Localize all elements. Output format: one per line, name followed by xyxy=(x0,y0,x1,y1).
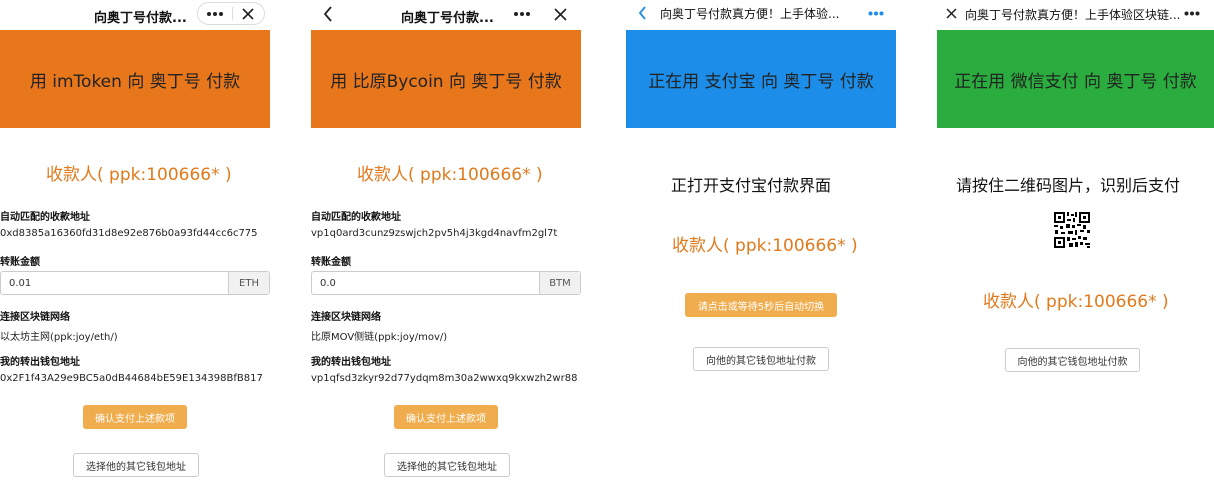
wallet-address-label: 我的转出钱包地址 xyxy=(0,357,80,368)
back-icon[interactable] xyxy=(321,6,335,22)
amount-label: 转账金额 xyxy=(0,257,40,268)
network-label: 连接区块链网络 xyxy=(311,312,381,323)
receive-address-label: 自动匹配的收款地址 xyxy=(311,212,401,223)
amount-field: ETH xyxy=(0,271,270,295)
page-title: 向奥丁号付款... xyxy=(94,11,187,26)
title-bar: 向奥丁号付款... xyxy=(311,0,593,30)
amount-input[interactable] xyxy=(1,272,228,294)
page-title: 向奥丁号付款真方便！上手体验... xyxy=(660,7,840,21)
qr-instruction: 请按住二维码图片，识别后支付 xyxy=(956,176,1181,195)
select-other-wallet-button[interactable]: 选择他的其它钱包地址 xyxy=(73,453,199,477)
banner-text: 用 imToken 向 奥丁号 付款 xyxy=(29,71,241,92)
close-icon[interactable] xyxy=(944,6,958,20)
pay-other-wallet-button[interactable]: 向他的其它钱包地址付款 xyxy=(1005,348,1140,372)
wallet-address-value: vp1qfsd3zkyr92d77ydqm8m30a2wwxq9kxwzh2wr… xyxy=(311,373,578,384)
panel-imtoken: 向奥丁号付款... 用 imToken 向 奥丁号 付款 收款人( ppk:10… xyxy=(0,0,282,488)
title-bar: 向奥丁号付款真方便！上手体验区块链... xyxy=(937,0,1214,30)
qr-code-icon[interactable] xyxy=(1053,211,1091,249)
payment-banner: 用 imToken 向 奥丁号 付款 xyxy=(0,30,270,128)
close-icon[interactable] xyxy=(552,6,568,22)
title-bar: 向奥丁号付款... xyxy=(0,0,282,30)
opening-text: 正打开支付宝付款界面 xyxy=(671,176,832,195)
receive-address-value: 0xd8385a16360fd31d8e92e876b0a93fd44cc6c7… xyxy=(0,228,258,239)
page-title: 向奥丁号付款真方便！上手体验区块链... xyxy=(965,8,1181,22)
receive-address-label: 自动匹配的收款地址 xyxy=(0,212,90,223)
payee-label: 收款人( ppk:100666* ) xyxy=(357,165,543,185)
banner-text: 正在用 微信支付 向 奥丁号 付款 xyxy=(954,71,1197,92)
more-icon[interactable] xyxy=(866,6,886,20)
payment-banner: 正在用 支付宝 向 奥丁号 付款 xyxy=(626,30,896,128)
select-other-wallet-button[interactable]: 选择他的其它钱包地址 xyxy=(384,453,510,477)
title-bar: 向奥丁号付款真方便！上手体验... xyxy=(626,0,896,30)
payment-banner: 正在用 微信支付 向 奥丁号 付款 xyxy=(937,30,1214,128)
banner-text: 用 比原Bycoin 向 奥丁号 付款 xyxy=(330,71,562,92)
panel-alipay: 向奥丁号付款真方便！上手体验... 正在用 支付宝 向 奥丁号 付款 正打开支付… xyxy=(626,0,896,488)
confirm-payment-button[interactable]: 确认支付上述款项 xyxy=(394,405,498,429)
banner-text: 正在用 支付宝 向 奥丁号 付款 xyxy=(648,71,874,92)
amount-unit: ETH xyxy=(228,272,269,294)
capsule-divider xyxy=(232,7,233,20)
more-icon[interactable] xyxy=(511,6,533,22)
auto-switch-button[interactable]: 请点击或等待5秒后自动切换 xyxy=(685,293,837,317)
page-title: 向奥丁号付款... xyxy=(401,11,494,26)
network-value: 以太坊主网(ppk:joy/eth/) xyxy=(0,332,118,343)
payee-label: 收款人( ppk:100666* ) xyxy=(983,292,1169,312)
network-value: 比原MOV侧链(ppk:joy/mov/) xyxy=(311,332,448,343)
more-icon[interactable] xyxy=(1182,6,1202,20)
network-label: 连接区块链网络 xyxy=(0,312,70,323)
confirm-payment-button[interactable]: 确认支付上述款项 xyxy=(83,405,187,429)
amount-label: 转账金额 xyxy=(311,257,351,268)
payee-label: 收款人( ppk:100666* ) xyxy=(46,165,232,185)
amount-field: BTM xyxy=(311,271,581,295)
more-icon[interactable] xyxy=(204,6,226,21)
payment-banner: 用 比原Bycoin 向 奥丁号 付款 xyxy=(311,30,581,128)
capsule-button[interactable] xyxy=(197,2,265,25)
receive-address-value: vp1q0ard3cunz9zswjch2pv5h4j3kgd4navfm2gl… xyxy=(311,228,558,239)
wallet-address-value: 0x2F1f43A29e9BC5a0dB44684bE59E134398BfB8… xyxy=(0,373,263,384)
amount-input[interactable] xyxy=(312,272,539,294)
amount-unit: BTM xyxy=(539,272,580,294)
wallet-address-label: 我的转出钱包地址 xyxy=(311,357,391,368)
pay-other-wallet-button[interactable]: 向他的其它钱包地址付款 xyxy=(693,347,829,371)
close-icon[interactable] xyxy=(238,6,258,21)
panel-bycoin: 向奥丁号付款... 用 比原Bycoin 向 奥丁号 付款 收款人( ppk:1… xyxy=(311,0,593,488)
panel-wechat: 向奥丁号付款真方便！上手体验区块链... 正在用 微信支付 向 奥丁号 付款 请… xyxy=(937,0,1214,488)
payee-label: 收款人( ppk:100666* ) xyxy=(672,236,858,256)
back-icon[interactable] xyxy=(636,5,648,21)
